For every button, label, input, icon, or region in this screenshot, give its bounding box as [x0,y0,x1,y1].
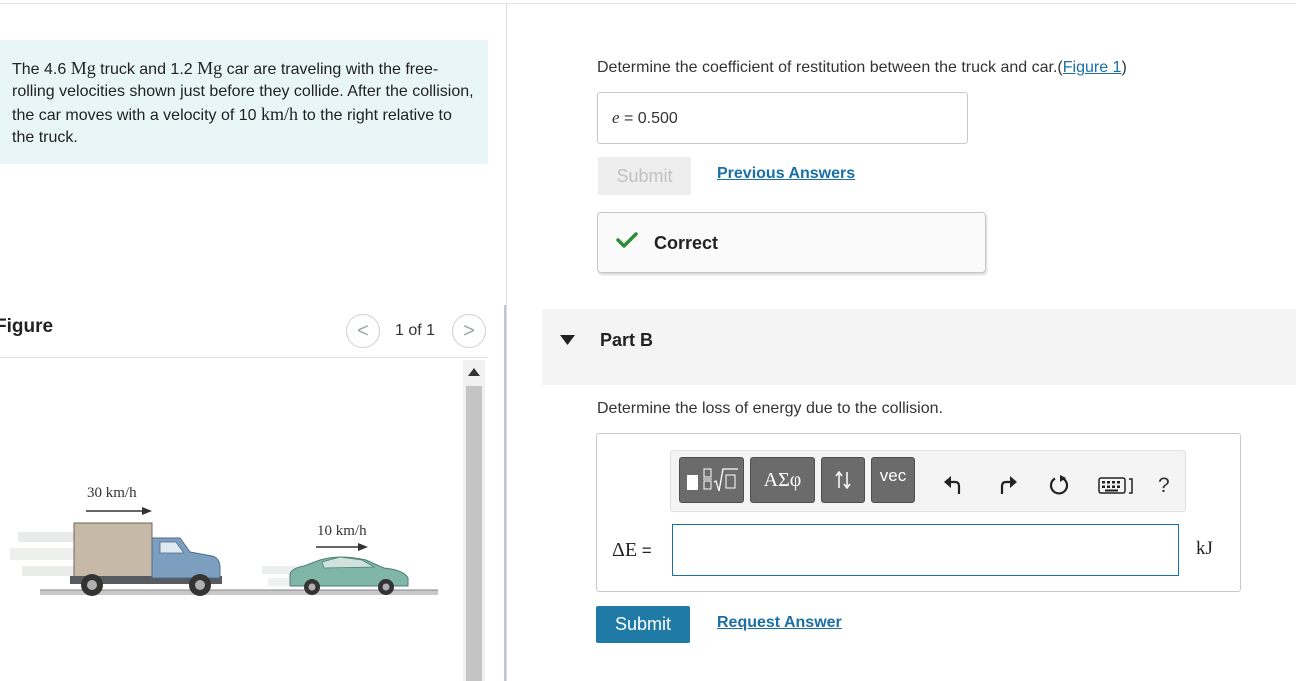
problem-text-2: truck and 1.2 [95,61,198,78]
correct-label: Correct [654,233,719,253]
previous-answers-link[interactable]: Previous Answers [717,165,855,183]
vector-button[interactable]: vec [871,457,915,503]
up-down-arrows-icon [835,470,851,490]
part-a-question-text: Determine the coefficient of restitution… [597,59,1058,76]
correct-feedback: Correct [597,212,986,273]
car-velocity-arrow [316,543,368,551]
figure-link-close: ) [1121,59,1127,76]
figure-title: Figure [0,316,54,337]
checkmark-icon [616,232,638,248]
delta-e-label: ΔE = [612,539,652,562]
delta-e-symbol: ΔE [612,539,638,561]
delta-e-equals: = [637,541,652,560]
part-b-header[interactable] [542,309,1296,385]
truck-velocity-arrow [86,507,152,515]
figure-separator [0,357,488,358]
figure-page-count: 1 of 1 [395,322,436,339]
figure-prev-button[interactable]: < [346,314,380,348]
pane-divider [506,3,507,681]
chevron-left-icon: < [357,319,369,342]
keyboard-icon[interactable] [1098,474,1138,496]
request-answer-link[interactable]: Request Answer [717,614,842,632]
collapse-triangle-icon[interactable] [560,335,575,345]
reset-icon[interactable] [1048,474,1070,496]
part-a-question: Determine the coefficient of restitution… [597,59,1127,77]
templates-button[interactable] [679,457,744,503]
unit-label: kJ [1196,538,1213,559]
figure-link[interactable]: Figure 1 [1063,59,1122,76]
subscript-superscript-button[interactable] [821,457,865,503]
help-icon[interactable]: ? [1158,474,1170,498]
greek-symbols-button[interactable]: ΑΣφ [750,457,815,503]
chevron-right-icon: > [463,319,475,342]
part-b-label: Part B [600,330,654,350]
unit-kmh: km/h [261,104,299,124]
scroll-up-button[interactable] [463,361,485,383]
triangle-up-icon [468,368,480,376]
part-b-question: Determine the loss of energy due to the … [597,400,943,417]
scrollbar-thumb[interactable] [466,386,482,681]
car [289,556,409,595]
delta-e-input[interactable] [672,524,1179,576]
answer-value: 0.500 [637,110,678,127]
redo-icon[interactable] [996,474,1018,496]
answer-equals: = [619,110,638,127]
problem-statement: The 4.6 Mg truck and 1.2 Mg car are trav… [0,40,488,164]
answer-variable-e: e [612,108,620,127]
part-a-answer-field[interactable]: e = 0.500 [597,92,968,144]
figure-next-button[interactable]: > [452,314,486,348]
truck [70,522,222,596]
part-a-submit-button[interactable]: Submit [598,157,691,195]
unit-mg-1: Mg [70,58,96,78]
unit-mg-2: Mg [197,58,223,78]
truck-motion-blur [10,532,74,576]
part-b-submit-button[interactable]: Submit [596,606,690,643]
undo-icon[interactable] [943,474,965,496]
figure-pane-edge [504,305,506,681]
top-border [0,3,1296,4]
problem-text-1: The 4.6 [12,61,71,78]
fraction-radical-icon [686,468,738,492]
collision-figure [10,507,438,596]
